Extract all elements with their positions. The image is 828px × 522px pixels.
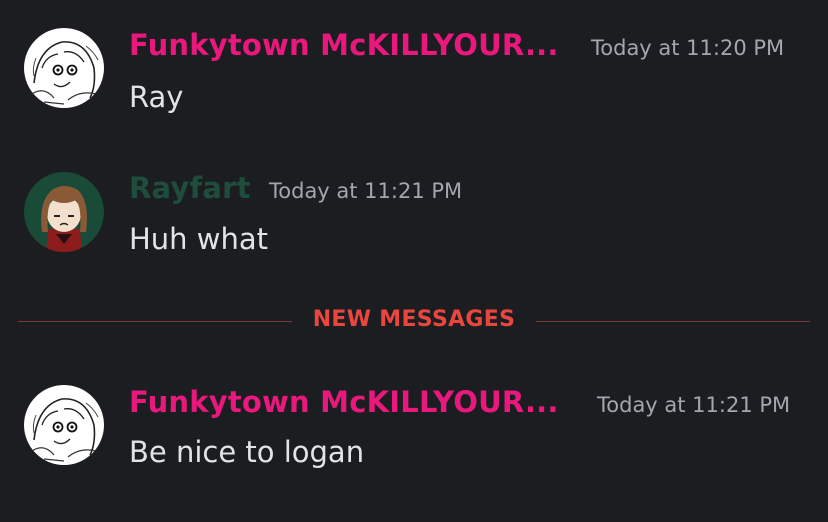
timestamp: Today at 11:21 PM [269,179,463,203]
message-content: Ray [129,80,184,114]
message-content: Be nice to logan [129,435,365,469]
sketch-girl-avatar[interactable] [24,385,104,465]
sketch-girl-avatar[interactable] [24,28,104,108]
new-messages-label: NEW MESSAGES [312,307,516,332]
brown-hair-character-avatar[interactable] [24,172,104,252]
username[interactable]: Rayfart [129,171,251,205]
username[interactable]: Funkytown McKILLYOUR... [129,385,559,419]
divider-line-right [536,321,810,322]
timestamp: Today at 11:21 PM [597,393,791,417]
timestamp: Today at 11:20 PM [591,36,785,60]
message-content: Huh what [129,222,269,256]
username[interactable]: Funkytown McKILLYOUR... [129,28,559,62]
new-messages-divider: NEW MESSAGES [18,304,810,340]
